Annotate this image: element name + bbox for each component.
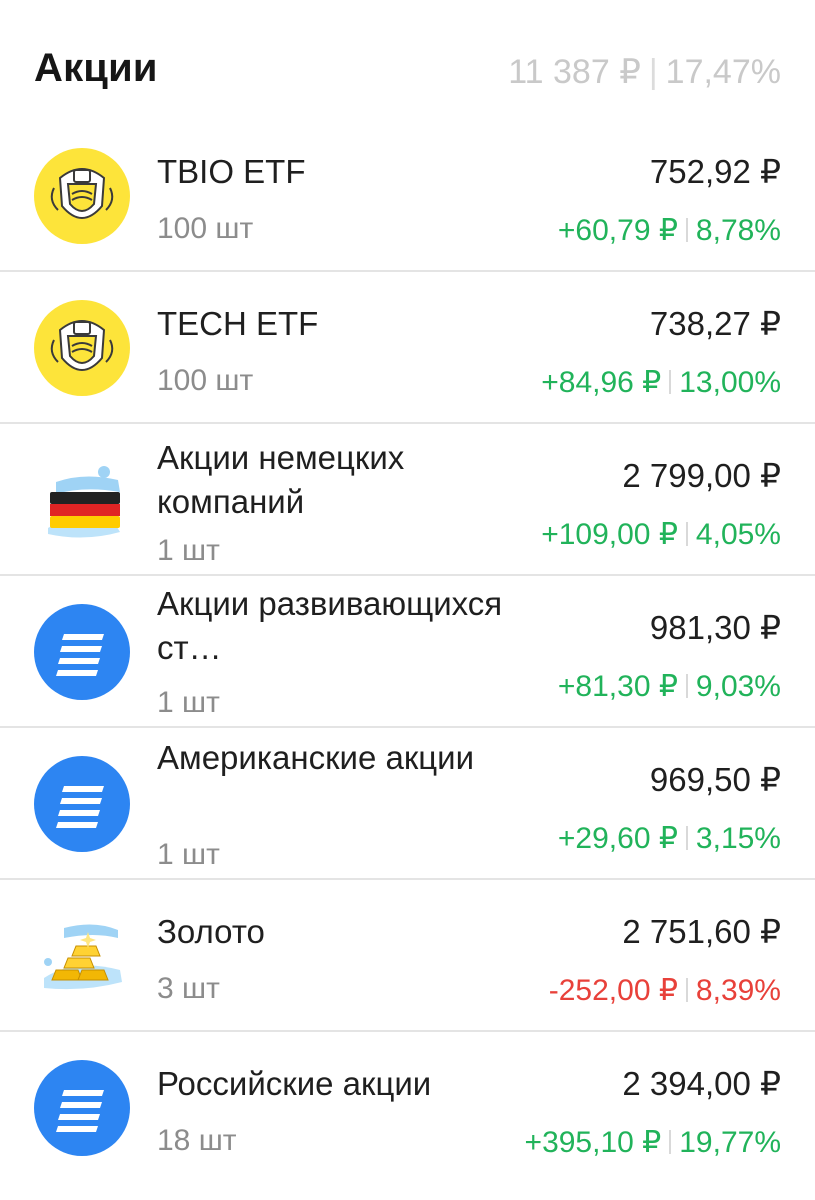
change-divider <box>669 1130 672 1154</box>
item-change-percent: 8,78% <box>695 214 781 247</box>
item-change: +84,96 ₽ 13,00% <box>541 365 781 400</box>
item-change-amount: +395,10 ₽ <box>524 1126 662 1159</box>
section-total: 11 387 ₽ <box>508 53 641 91</box>
lines-badge-icon <box>34 756 130 852</box>
change-divider <box>685 218 688 242</box>
section-summary: 11 387 ₽ | 17,47% <box>508 52 781 92</box>
item-change: +109,00 ₽ 4,05% <box>541 517 781 552</box>
item-change-amount: +29,60 ₽ <box>557 822 678 855</box>
item-change-amount: +109,00 ₽ <box>541 518 678 551</box>
item-change-amount: +81,30 ₽ <box>557 670 678 703</box>
lines-badge-icon <box>34 604 130 700</box>
item-quantity: 1 шт <box>157 686 220 719</box>
change-divider <box>685 522 688 546</box>
change-divider <box>669 370 672 394</box>
item-change-amount: +84,96 ₽ <box>541 366 662 399</box>
change-divider <box>685 978 688 1002</box>
list-item-emerging-markets[interactable]: Акции развивающихся ст… 1 шт 981,30 ₽ +8… <box>0 576 815 728</box>
item-change-percent: 3,15% <box>695 822 781 855</box>
list-item-gold[interactable]: Золото 3 шт 2 751,60 ₽ -252,00 ₽ 8,39% <box>0 880 815 1032</box>
item-quantity: 1 шт <box>157 838 220 871</box>
section-percent: 17,47% <box>665 53 781 91</box>
item-price: 752,92 ₽ <box>649 153 781 190</box>
item-name: Золото <box>157 913 265 950</box>
section-title: Акции <box>34 46 158 90</box>
item-name: TBIO ETF <box>157 153 306 190</box>
item-name: Акции немецких компаний <box>157 439 405 520</box>
item-name: Российские акции <box>157 1065 432 1102</box>
list-item-russian-stocks[interactable]: Российские акции 18 шт 2 394,00 ₽ +395,1… <box>0 1032 815 1200</box>
item-quantity: 3 шт <box>157 972 220 1005</box>
item-quantity: 18 шт <box>157 1124 237 1157</box>
item-change: +29,60 ₽ 3,15% <box>558 821 781 856</box>
item-name: Американские акции <box>157 739 475 776</box>
item-quantity: 100 шт <box>157 212 254 245</box>
section-header: Акции 11 387 ₽ | 17,47% <box>0 0 815 120</box>
item-change-percent: 9,03% <box>695 670 781 703</box>
item-change-amount: +60,79 ₽ <box>557 214 678 247</box>
item-change-amount: -252,00 ₽ <box>548 974 678 1007</box>
item-name: Акции развивающихся ст… <box>157 585 503 666</box>
item-price: 738,27 ₽ <box>649 305 781 342</box>
item-change-percent: 4,05% <box>695 518 781 551</box>
item-change-percent: 8,39% <box>695 974 781 1007</box>
german-flag-icon <box>34 452 130 548</box>
item-change: +81,30 ₽ 9,03% <box>558 669 781 704</box>
summary-divider: | <box>648 53 658 91</box>
tinkoff-emblem-icon <box>34 148 130 244</box>
item-price: 2 799,00 ₽ <box>622 457 781 494</box>
item-quantity: 1 шт <box>157 534 220 567</box>
list-item-us-stocks[interactable]: Американские акции 1 шт 969,50 ₽ +29,60 … <box>0 728 815 880</box>
lines-badge-icon <box>34 1060 130 1156</box>
gold-bars-icon <box>34 908 130 1004</box>
item-change: +395,10 ₽ 19,77% <box>525 1125 781 1160</box>
item-change-percent: 19,77% <box>679 1126 781 1159</box>
tinkoff-emblem-icon <box>34 300 130 396</box>
item-change: -252,00 ₽ 8,39% <box>549 973 781 1008</box>
list-item-german-stocks[interactable]: Акции немецких компаний 1 шт 2 799,00 ₽ … <box>0 424 815 576</box>
item-change-percent: 13,00% <box>679 366 781 399</box>
list-item-tbio-etf[interactable]: TBIO ETF 100 шт 752,92 ₽ +60,79 ₽ 8,78% <box>0 120 815 272</box>
holdings-list: TBIO ETF 100 шт 752,92 ₽ +60,79 ₽ 8,78% T… <box>0 120 815 1200</box>
item-price: 969,50 ₽ <box>649 761 781 798</box>
item-price: 981,30 ₽ <box>649 609 781 646</box>
item-quantity: 100 шт <box>157 364 254 397</box>
change-divider <box>685 674 688 698</box>
list-item-tech-etf[interactable]: TECH ETF 100 шт 738,27 ₽ +84,96 ₽ 13,00% <box>0 272 815 424</box>
change-divider <box>685 826 688 850</box>
item-price: 2 394,00 ₽ <box>622 1065 781 1102</box>
item-price: 2 751,60 ₽ <box>622 913 781 950</box>
item-name: TECH ETF <box>157 305 319 342</box>
item-change: +60,79 ₽ 8,78% <box>558 213 781 248</box>
